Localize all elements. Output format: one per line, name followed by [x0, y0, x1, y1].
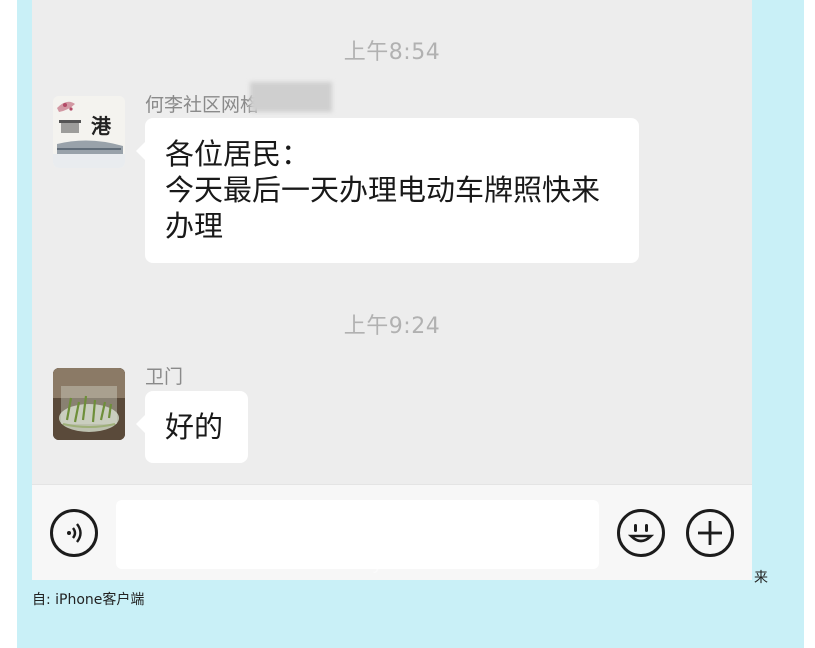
voice-icon	[67, 523, 82, 543]
more-button[interactable]	[686, 509, 734, 557]
message-text-line: 办理	[165, 209, 224, 243]
footer-side-char: 来	[754, 570, 768, 586]
avatar[interactable]	[53, 368, 125, 440]
watermark: www.yinu.cn	[330, 553, 431, 573]
emoji-icon	[627, 524, 655, 543]
avatar[interactable]: 港	[53, 96, 125, 168]
sender-name: 何李社区网格	[145, 94, 260, 116]
voice-button[interactable]	[50, 509, 98, 557]
message-timestamp: 上午9:24	[343, 314, 441, 339]
message-text-line: 各位居民：	[165, 137, 311, 171]
avatar-image	[53, 368, 125, 440]
avatar-image	[53, 96, 125, 168]
message-text-line: 好的	[165, 410, 224, 444]
message-timestamp: 上午8:54	[343, 40, 441, 65]
emoji-button[interactable]	[617, 509, 665, 557]
redaction-blur	[250, 82, 332, 112]
message-bubble[interactable]: 好的	[136, 391, 248, 463]
message-bubble[interactable]: 各位居民： 今天最后一天办理电动车牌照快来 办理	[136, 118, 639, 263]
avatar-text: 港	[91, 114, 111, 138]
sender-name: 卫门	[145, 366, 184, 388]
plus-icon	[698, 521, 722, 545]
source-label: 自: iPhone客户端	[32, 592, 145, 608]
message-text-line: 今天最后一天办理电动车牌照快来	[165, 173, 601, 207]
